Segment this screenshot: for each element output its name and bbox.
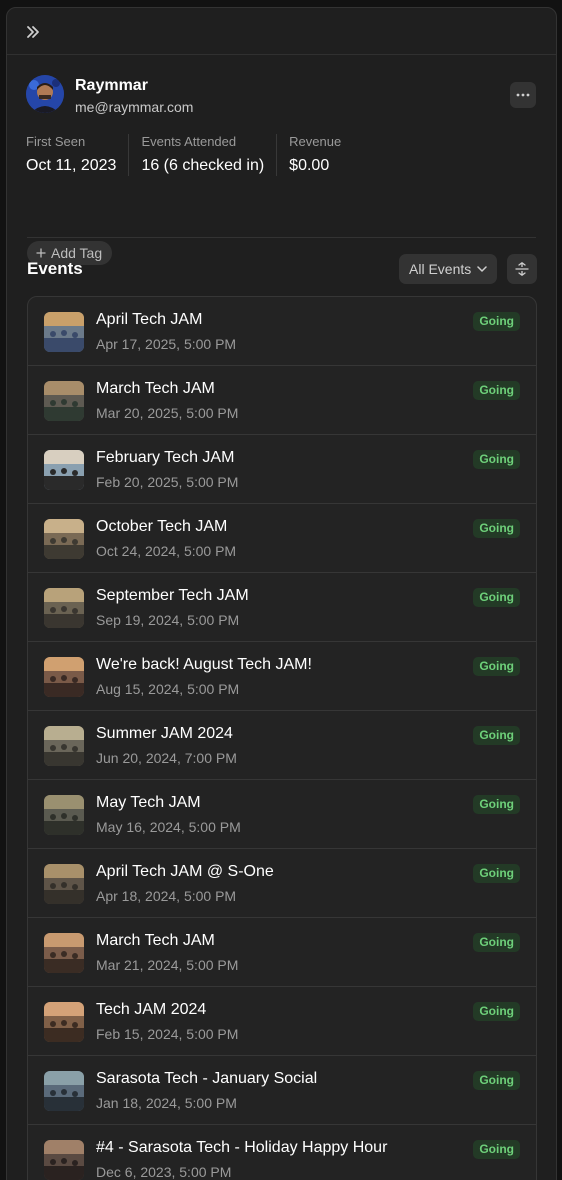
status-badge: Going	[473, 1140, 520, 1159]
event-name: October Tech JAM	[96, 518, 228, 535]
event-date: Feb 15, 2024, 5:00 PM	[96, 1026, 239, 1042]
event-name: Sarasota Tech - January Social	[96, 1070, 318, 1087]
event-name: May Tech JAM	[96, 794, 201, 811]
status-badge: Going	[473, 726, 520, 745]
event-date: Aug 15, 2024, 5:00 PM	[96, 681, 240, 697]
status-badge: Going	[473, 519, 520, 538]
stat-value: 16 (6 checked in)	[141, 157, 265, 174]
chevron-down-icon	[477, 266, 487, 272]
stat-value: Oct 11, 2023	[26, 157, 117, 174]
event-thumbnail	[44, 1002, 84, 1042]
event-name: April Tech JAM	[96, 311, 203, 328]
event-date: Apr 17, 2025, 5:00 PM	[96, 336, 237, 352]
stat-label: First Seen	[26, 134, 86, 149]
status-badge: Going	[473, 933, 520, 952]
profile-name: Raymmar	[75, 77, 148, 94]
stat-revenue: Revenue $0.00	[289, 134, 353, 176]
status-badge: Going	[473, 864, 520, 883]
event-thumbnail	[44, 1071, 84, 1111]
event-thumbnail	[44, 381, 84, 421]
event-name: March Tech JAM	[96, 932, 215, 949]
event-row[interactable]: Tech JAM 2024 Feb 15, 2024, 5:00 PM Going	[28, 987, 536, 1056]
expand-collapse-icon	[515, 262, 529, 276]
status-badge: Going	[473, 588, 520, 607]
panel-topbar	[7, 8, 556, 55]
event-row[interactable]: Sarasota Tech - January Social Jan 18, 20…	[28, 1056, 536, 1125]
event-thumbnail	[44, 657, 84, 697]
status-badge: Going	[473, 450, 520, 469]
person-detail-panel: Raymmar me@raymmar.com First Seen Oct 11…	[6, 7, 557, 1180]
event-thumbnail	[44, 519, 84, 559]
event-date: Mar 20, 2025, 5:00 PM	[96, 405, 239, 421]
event-date: Feb 20, 2025, 5:00 PM	[96, 474, 239, 490]
event-thumbnail	[44, 933, 84, 973]
event-row[interactable]: February Tech JAM Feb 20, 2025, 5:00 PM Go…	[28, 435, 536, 504]
event-date: Jan 18, 2024, 5:00 PM	[96, 1095, 237, 1111]
expand-collapse-button[interactable]	[507, 254, 537, 284]
event-row[interactable]: We're back! August Tech JAM! Aug 15, 2024…	[28, 642, 536, 711]
status-badge: Going	[473, 795, 520, 814]
double-chevron-right-icon	[27, 26, 39, 38]
event-thumbnail	[44, 450, 84, 490]
ellipsis-icon	[516, 93, 530, 97]
plus-icon	[36, 248, 46, 258]
event-date: Jun 20, 2024, 7:00 PM	[96, 750, 237, 766]
collapse-panel-button[interactable]	[22, 21, 44, 43]
filter-label: All Events	[409, 261, 472, 277]
events-heading: Events	[27, 259, 83, 278]
profile-email: me@raymmar.com	[75, 99, 194, 115]
status-badge: Going	[473, 1002, 520, 1021]
profile-stats: First Seen Oct 11, 2023 Events Attended …	[26, 134, 365, 176]
event-name: We're back! August Tech JAM!	[96, 656, 312, 673]
event-name: September Tech JAM	[96, 587, 249, 604]
stat-first-seen: First Seen Oct 11, 2023	[26, 134, 130, 176]
event-row[interactable]: May Tech JAM May 16, 2024, 5:00 PM Going	[28, 780, 536, 849]
event-row[interactable]: March Tech JAM Mar 20, 2025, 5:00 PM Going	[28, 366, 536, 435]
event-thumbnail	[44, 588, 84, 628]
event-thumbnail	[44, 726, 84, 766]
more-options-button[interactable]	[510, 82, 536, 108]
event-date: Dec 6, 2023, 5:00 PM	[96, 1164, 232, 1180]
stat-events-attended: Events Attended 16 (6 checked in)	[141, 134, 278, 176]
status-badge: Going	[473, 381, 520, 400]
status-badge: Going	[473, 1071, 520, 1090]
event-date: Sep 19, 2024, 5:00 PM	[96, 612, 240, 628]
event-name: March Tech JAM	[96, 380, 215, 397]
event-name: Summer JAM 2024	[96, 725, 233, 742]
events-list: April Tech JAM Apr 17, 2025, 5:00 PM Going…	[27, 296, 537, 1180]
status-badge: Going	[473, 657, 520, 676]
event-row[interactable]: April Tech JAM @ S-One Apr 18, 2024, 5:00…	[28, 849, 536, 918]
event-name: April Tech JAM @ S-One	[96, 863, 274, 880]
event-date: Apr 18, 2024, 5:00 PM	[96, 888, 237, 904]
event-row[interactable]: March Tech JAM Mar 21, 2024, 5:00 PM Going	[28, 918, 536, 987]
avatar	[26, 75, 64, 113]
event-row[interactable]: April Tech JAM Apr 17, 2025, 5:00 PM Going	[28, 297, 536, 366]
event-thumbnail	[44, 795, 84, 835]
event-thumbnail	[44, 312, 84, 352]
event-name: Tech JAM 2024	[96, 1001, 207, 1018]
event-name: #4 - Sarasota Tech - Holiday Happy Hour	[96, 1139, 388, 1156]
events-filter-dropdown[interactable]: All Events	[399, 254, 498, 284]
event-thumbnail	[44, 864, 84, 904]
event-row[interactable]: Summer JAM 2024 Jun 20, 2024, 7:00 PM Goin…	[28, 711, 536, 780]
event-date: Oct 24, 2024, 5:00 PM	[96, 543, 237, 559]
event-date: May 16, 2024, 5:00 PM	[96, 819, 241, 835]
event-row[interactable]: #4 - Sarasota Tech - Holiday Happy Hour D…	[28, 1125, 536, 1180]
event-name: February Tech JAM	[96, 449, 235, 466]
event-thumbnail	[44, 1140, 84, 1180]
section-divider	[27, 237, 536, 238]
stat-label: Events Attended	[141, 134, 237, 149]
stat-value: $0.00	[289, 157, 330, 174]
stat-label: Revenue	[289, 134, 342, 149]
event-row[interactable]: September Tech JAM Sep 19, 2024, 5:00 PM G…	[28, 573, 536, 642]
event-row[interactable]: October Tech JAM Oct 24, 2024, 5:00 PM Goi…	[28, 504, 536, 573]
status-badge: Going	[473, 312, 520, 331]
event-date: Mar 21, 2024, 5:00 PM	[96, 957, 239, 973]
